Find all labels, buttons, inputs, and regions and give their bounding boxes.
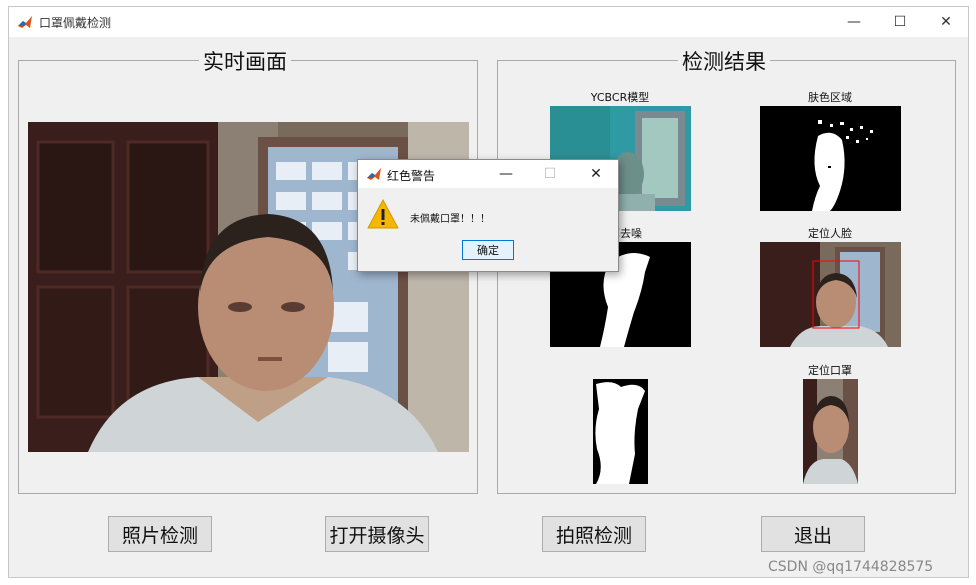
matlab-icon — [17, 14, 33, 30]
snapshot-detect-button[interactable]: 拍照检测 — [542, 516, 646, 552]
warning-icon — [367, 198, 399, 229]
live-view-title: 实时画面 — [199, 46, 291, 76]
dialog-title: 红色警告 — [387, 169, 436, 183]
watermark: CSDN @qq1744828575 — [768, 559, 934, 575]
matlab-icon — [366, 166, 382, 182]
dialog-minimize-button[interactable]: — — [486, 162, 526, 186]
ok-button[interactable]: 确定 — [462, 240, 514, 260]
dialog-maximize-button[interactable]: ☐ — [530, 162, 570, 186]
mask-locate-image — [803, 379, 858, 484]
result-title: 检测结果 — [678, 46, 770, 76]
close-button[interactable]: ✕ — [923, 7, 969, 37]
dialog-title-bar: 红色警告 — ☐ ✕ — [358, 160, 618, 188]
skin-region-image — [760, 106, 901, 211]
open-camera-button[interactable]: 打开摄像头 — [325, 516, 429, 552]
mask-binary-image — [593, 379, 648, 484]
face-locate-image — [760, 242, 901, 347]
dialog-message: 未佩戴口罩！！！ — [410, 214, 490, 225]
warning-dialog: 红色警告 — ☐ ✕ 未佩戴口罩！！！ 确定 — [357, 159, 619, 272]
photo-detect-button[interactable]: 照片检测 — [108, 516, 212, 552]
caption-ycbcr: YCBCR模型 — [590, 91, 650, 104]
dialog-close-button[interactable]: ✕ — [576, 162, 616, 186]
window-title: 口罩佩戴检测 — [39, 16, 112, 30]
exit-button[interactable]: 退出 — [761, 516, 865, 552]
minimize-button[interactable]: — — [831, 7, 877, 37]
caption-face: 定位人脸 — [808, 227, 852, 240]
caption-mask: 定位口罩 — [808, 364, 852, 377]
caption-skin: 肤色区域 — [808, 91, 852, 104]
maximize-button[interactable]: ☐ — [877, 7, 923, 37]
title-bar: 口罩佩戴检测 — ☐ ✕ — [9, 7, 968, 37]
